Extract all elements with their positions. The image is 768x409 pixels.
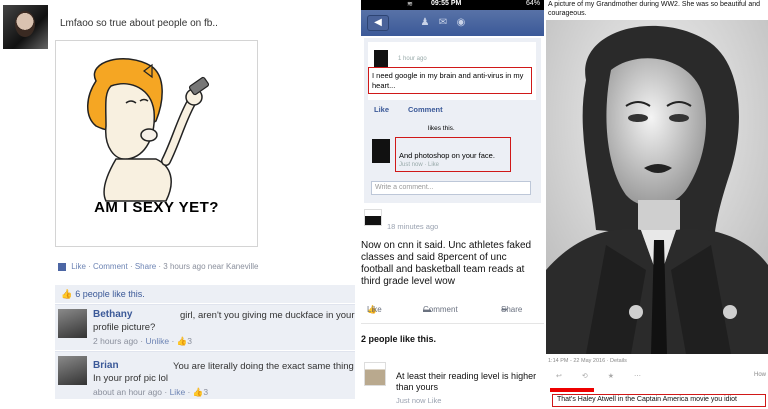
post-status-text: Lmfaoo so true about people on fb.. bbox=[60, 18, 218, 29]
reply-text: That's Haley Atwell in the Captain Ameri… bbox=[552, 394, 766, 407]
unlike-link[interactable]: Unlike bbox=[145, 336, 169, 346]
middle-screenshot: ≋ 09:55 PM 64% ◀ ♟ ✉ ◉ 1 hour ago I need… bbox=[361, 0, 544, 409]
tweet-meta: 1:14 PM - 22 May 2016 · Details bbox=[548, 358, 627, 364]
meme-image[interactable]: AM I SEXY YET? bbox=[55, 40, 258, 247]
reply-icon[interactable]: ↩ bbox=[556, 373, 582, 380]
post-actions: Like · Comment · Share · 3 hours ago nea… bbox=[58, 262, 258, 271]
comment-meta: about an hour ago · Like · 👍3 bbox=[93, 387, 209, 397]
reply-meta: Just now · Like bbox=[399, 162, 440, 168]
tweet-actions: ↩⟲★⋯ bbox=[556, 372, 661, 380]
fb-navbar: ◀ ♟ ✉ ◉ bbox=[361, 10, 544, 36]
tweet-text: A picture of my Grandmother during WW2. … bbox=[548, 1, 761, 17]
reply-meta: Just now Like bbox=[396, 396, 442, 405]
comment-link[interactable]: Comment bbox=[408, 105, 443, 114]
poster-avatar[interactable] bbox=[374, 50, 388, 67]
post-time: 3 hours ago near Kaneville bbox=[163, 262, 259, 271]
redacted-bar bbox=[550, 388, 594, 392]
meme-drawing bbox=[87, 58, 210, 202]
like-link[interactable]: Like bbox=[374, 105, 389, 114]
post-text: I need google in my brain and anti-virus… bbox=[372, 71, 524, 90]
likes-count-text: 6 people like this. bbox=[75, 289, 145, 299]
how-link[interactable]: How bbox=[754, 372, 766, 378]
comment-meta: 2 hours ago · Unlike · 👍3 bbox=[93, 336, 192, 346]
comment-like-count: 3 bbox=[187, 336, 192, 346]
comment-time: about an hour ago bbox=[93, 387, 163, 397]
comment-label: Comment bbox=[423, 305, 458, 314]
comment-item: Bethany girl, aren't you giving me duckf… bbox=[55, 304, 355, 350]
retweet-icon[interactable]: ⟲ bbox=[582, 373, 608, 380]
like-link[interactable]: Like bbox=[71, 262, 86, 271]
commenter-avatar[interactable] bbox=[58, 356, 87, 385]
notifications-icon[interactable]: ◉ bbox=[455, 17, 467, 29]
like-link[interactable]: Like bbox=[170, 387, 186, 397]
reply-text: At least their reading level is higher t… bbox=[396, 371, 537, 392]
favorite-icon[interactable]: ★ bbox=[608, 373, 634, 380]
thumbs-up-icon: 👍 bbox=[176, 336, 188, 346]
share-link[interactable]: Share bbox=[135, 262, 156, 271]
share-label: Share bbox=[501, 305, 523, 314]
like-label: Like bbox=[367, 305, 382, 314]
left-screenshot: Lmfaoo so true about people on fb.. AM I… bbox=[0, 0, 359, 409]
comment-like-count: 3 bbox=[203, 387, 209, 397]
poster-avatar[interactable] bbox=[364, 209, 382, 226]
friends-icon[interactable]: ♟ bbox=[419, 17, 431, 29]
back-button[interactable]: ◀ bbox=[367, 15, 389, 31]
post-card: 1 hour ago I need google in my brain and… bbox=[364, 38, 541, 203]
comment-text-cont: In your prof pic lol bbox=[93, 373, 168, 384]
right-screenshot: A picture of my Grandmother during WW2. … bbox=[546, 0, 768, 409]
wifi-icon: ≋ bbox=[407, 1, 413, 8]
comment-time: 2 hours ago bbox=[93, 336, 138, 346]
comment-text-cont: profile picture? bbox=[93, 322, 156, 333]
likes-this-text: likes this. bbox=[428, 125, 455, 132]
post-time: 18 minutes ago bbox=[387, 222, 439, 231]
portrait-drawing bbox=[546, 20, 768, 354]
thumbs-up-icon: 👍 bbox=[61, 289, 73, 299]
poster-avatar[interactable] bbox=[3, 5, 48, 49]
status-time: 09:55 PM bbox=[431, 0, 462, 7]
replier-avatar[interactable] bbox=[372, 139, 390, 163]
phone-statusbar: ≋ 09:55 PM 64% bbox=[361, 0, 544, 10]
thumbs-up-icon: 👍 bbox=[192, 387, 204, 397]
comment-text: girl, aren't you giving me duckface in y… bbox=[180, 310, 355, 321]
post-body: Now on cnn it said. Unc athletes faked c… bbox=[361, 240, 532, 287]
comment-item: Brian You are literally doing the exact … bbox=[55, 351, 355, 399]
battery-level: 64% bbox=[525, 0, 540, 7]
commenter-avatar[interactable] bbox=[58, 309, 87, 338]
likes-summary[interactable]: 👍 6 people like this. bbox=[55, 285, 355, 303]
replier-avatar[interactable] bbox=[364, 362, 386, 386]
portrait-photo[interactable] bbox=[546, 20, 768, 354]
meme-caption: AM I SEXY YET? bbox=[94, 199, 219, 216]
comment-text: You are literally doing the exact same t… bbox=[173, 361, 354, 372]
post-time: 1 hour ago bbox=[398, 56, 427, 62]
comment-link[interactable]: Comment bbox=[93, 262, 128, 271]
likes-summary[interactable]: 2 people like this. bbox=[361, 334, 436, 344]
messages-icon[interactable]: ✉ bbox=[437, 17, 449, 29]
comment-input[interactable]: Write a comment... bbox=[371, 181, 531, 195]
photo-icon bbox=[58, 262, 66, 271]
reply-text: And photoshop on your face. bbox=[399, 151, 495, 160]
more-icon[interactable]: ⋯ bbox=[634, 373, 661, 380]
commenter-name[interactable]: Brian bbox=[93, 360, 119, 371]
commenter-name[interactable]: Bethany bbox=[93, 309, 132, 320]
divider bbox=[361, 323, 544, 324]
